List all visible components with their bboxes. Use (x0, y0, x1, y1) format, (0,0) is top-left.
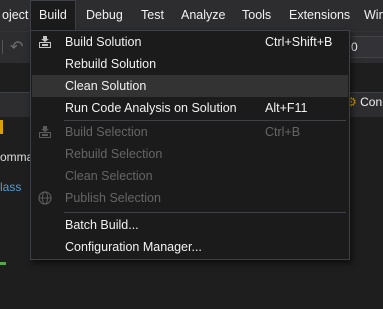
menu-test[interactable]: Test (133, 0, 172, 31)
tab-label: Con (360, 95, 383, 109)
publish-globe-icon (38, 191, 52, 205)
menu-item-rebuild-solution[interactable]: Rebuild Solution (32, 53, 348, 75)
menu-debug[interactable]: Debug (78, 0, 131, 31)
toolbar-combo[interactable]: 0 (346, 36, 383, 58)
menu-item-label: Configuration Manager... (65, 240, 202, 254)
menu-item-batch-build[interactable]: Batch Build... (32, 214, 348, 236)
menu-item-shortcut: Alt+F11 (265, 101, 308, 115)
menu-window[interactable]: Win (356, 0, 383, 31)
menu-item-label: Rebuild Selection (65, 147, 163, 161)
menu-item-shortcut: Ctrl+Shift+B (265, 35, 333, 49)
undo-icon[interactable]: ↶ (10, 37, 23, 57)
menu-item-clean-selection[interactable]: Clean Selection (32, 165, 348, 187)
menu-item-label: Clean Selection (65, 169, 153, 183)
tab-connected-services[interactable]: ⚙ Con (346, 95, 382, 109)
menu-item-label: Build Selection (65, 125, 148, 139)
toolbar-separator (2, 40, 3, 54)
menu-extensions[interactable]: Extensions (281, 0, 358, 31)
menu-item-label: Run Code Analysis on Solution (65, 101, 237, 115)
build-menu-dropdown: Build Solution Ctrl+Shift+B Rebuild Solu… (30, 30, 350, 260)
change-marker (0, 120, 3, 134)
menu-bar: oject Build Debug Test Analyze Tools Ext… (0, 0, 383, 32)
build-selection-icon (39, 126, 51, 138)
build-solution-icon (39, 36, 51, 48)
gutter-marker (0, 262, 6, 265)
menu-item-shortcut: Ctrl+B (265, 125, 301, 139)
menu-analyze[interactable]: Analyze (173, 0, 233, 31)
menu-item-label: Clean Solution (65, 79, 147, 93)
menu-item-configuration-manager[interactable]: Configuration Manager... (32, 236, 348, 258)
menu-item-build-solution[interactable]: Build Solution Ctrl+Shift+B (32, 31, 348, 53)
menu-item-clean-solution[interactable]: Clean Solution (32, 75, 348, 97)
code-line-class: lass (0, 180, 22, 194)
menu-separator (64, 212, 346, 213)
menu-build[interactable]: Build (30, 0, 76, 32)
menu-item-run-code-analysis[interactable]: Run Code Analysis on Solution Alt+F11 (32, 97, 348, 119)
menu-item-label: Rebuild Solution (65, 57, 157, 71)
menu-item-publish-selection[interactable]: Publish Selection (32, 187, 348, 209)
menu-item-label: Build Solution (65, 35, 142, 49)
menu-item-label: Publish Selection (65, 191, 161, 205)
menu-tools[interactable]: Tools (234, 0, 279, 31)
menu-item-build-selection[interactable]: Build Selection Ctrl+B (32, 121, 348, 143)
menu-item-rebuild-selection[interactable]: Rebuild Selection (32, 143, 348, 165)
menu-item-label: Batch Build... (65, 218, 139, 232)
